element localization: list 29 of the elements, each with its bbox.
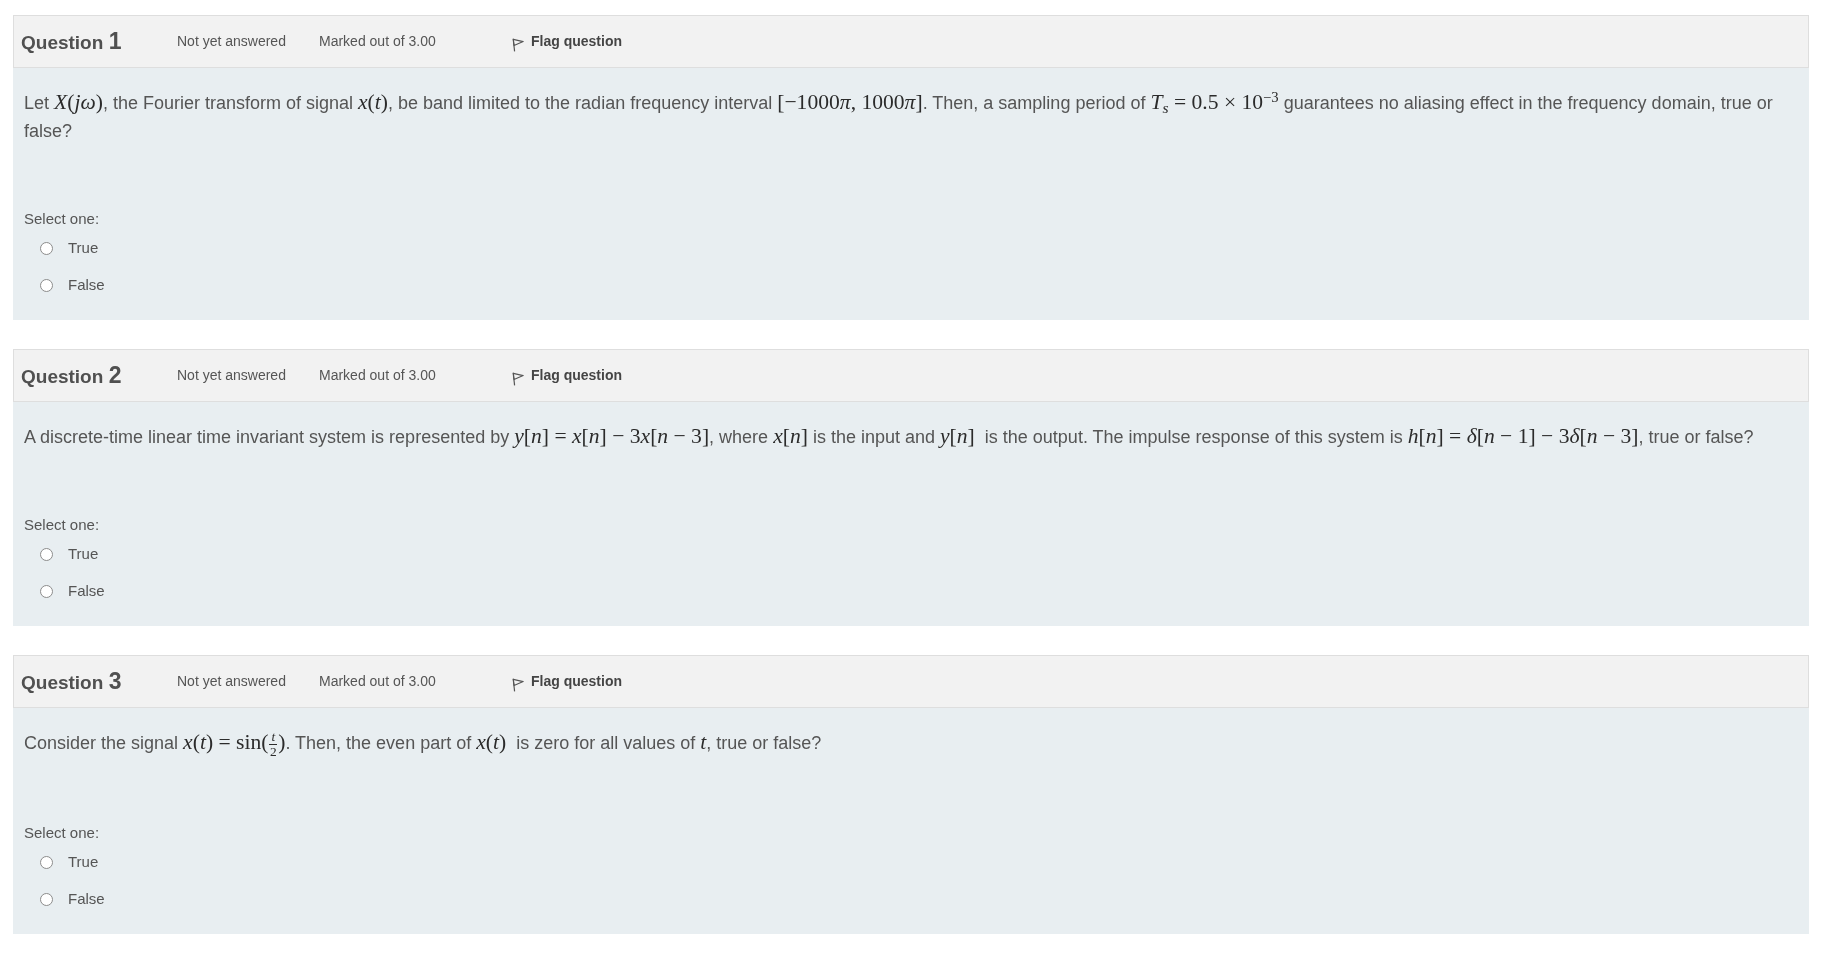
question-grade: Marked out of 3.00 [319,366,437,385]
radio-button[interactable] [40,242,53,255]
question-text: A discrete-time linear time invariant system is represented by y[n] = x[n] − 3x[n − 3], where x[n] is the input and y[n] is the output. The impulse response of this system is h[n] = δ[n − 1] − 3δ[n − 3], true or false? [24,423,1755,450]
radio-button[interactable] [40,548,53,561]
radio-button[interactable] [40,279,53,292]
question-grade: Marked out of 3.00 [319,672,437,691]
select-prompt: Select one: [24,515,101,535]
select-prompt: Select one: [24,822,101,843]
radio-button[interactable] [40,892,53,906]
flag-question-link[interactable]: Flag question [512,365,622,386]
question-title: Question 3 [21,667,123,696]
flag-question-link[interactable]: Flag question [512,671,622,692]
question-status: Not yet answered [177,32,287,51]
question-grade: Marked out of 3.00 [319,32,437,51]
option-label[interactable]: False [68,580,105,603]
select-prompt: Select one: [24,209,101,229]
option-label[interactable]: True [68,237,99,260]
question-title: Question 1 [21,27,123,56]
option-label[interactable]: True [68,543,99,566]
radio-button[interactable] [40,585,53,598]
radio-button[interactable] [40,855,53,869]
question-status: Not yet answered [177,366,287,385]
option-label[interactable]: False [68,887,105,911]
flag-question-link[interactable]: Flag question [512,31,622,52]
question-status: Not yet answered [177,672,287,691]
question-title: Question 2 [21,361,123,390]
option-label[interactable]: True [68,850,99,874]
option-label[interactable]: False [68,274,105,297]
question-text: Let X(jω), the Fourier transform of signal x(t), be band limited to the radian frequency interval [−1000π, 1000π]. Then, a sampling period of T$_{s}$ = 0.5 × 10$^{−3}$ guarantees no aliasing effect in the frequency domain, true or false? [24,88,1774,143]
